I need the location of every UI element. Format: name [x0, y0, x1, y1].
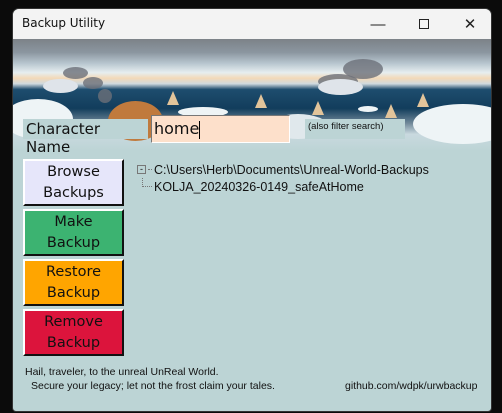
tree-root[interactable]: - C:\Users\Herb\Documents\Unreal-World-B… — [137, 161, 429, 178]
footer-greeting: Hail, traveler, to the unreal UnReal Wor… — [25, 366, 219, 378]
character-name-value: home — [154, 119, 200, 138]
button-label: Backup — [46, 285, 101, 301]
title-bar[interactable]: Backup Utility — ✕ — [13, 9, 491, 39]
app-window: Backup Utility — ✕ Character Name home (… — [12, 8, 492, 412]
window-title: Backup Utility — [22, 16, 106, 30]
close-button[interactable]: ✕ — [447, 9, 491, 39]
character-name-label: Character Name — [23, 119, 148, 156]
filter-note: (also filter search) — [305, 119, 405, 139]
minimize-icon: — — [370, 15, 386, 33]
remove-backup-button[interactable]: Remove Backup — [23, 309, 124, 356]
make-backup-button[interactable]: Make Backup — [23, 209, 124, 256]
minimize-button[interactable]: — — [355, 9, 401, 39]
browse-backups-button[interactable]: Browse Backups — [23, 159, 124, 206]
button-label: Backups — [43, 185, 104, 201]
tree-item[interactable]: KOLJA_20240326-0149_safeAtHome — [137, 178, 429, 195]
restore-backup-button[interactable]: Restore Backup — [23, 259, 124, 306]
footer-tagline: Secure your legacy; let not the frost cl… — [31, 380, 275, 392]
button-label: Backup — [46, 335, 101, 351]
maximize-icon — [419, 19, 429, 29]
button-label: Backup — [46, 235, 101, 251]
button-label: Remove — [44, 314, 103, 330]
close-icon: ✕ — [463, 16, 477, 33]
collapse-icon[interactable]: - — [137, 165, 146, 174]
maximize-button[interactable] — [401, 9, 447, 39]
tree-item-label: KOLJA_20240326-0149_safeAtHome — [154, 179, 364, 194]
button-label: Browse — [47, 164, 100, 180]
button-label: Restore — [45, 264, 102, 280]
tree-root-label: C:\Users\Herb\Documents\Unreal-World-Bac… — [154, 162, 429, 177]
backup-tree[interactable]: - C:\Users\Herb\Documents\Unreal-World-B… — [137, 161, 429, 195]
character-name-input[interactable]: home — [151, 115, 290, 143]
github-link[interactable]: github.com/wdpk/urwbackup — [345, 380, 478, 392]
button-label: Make — [54, 214, 93, 230]
